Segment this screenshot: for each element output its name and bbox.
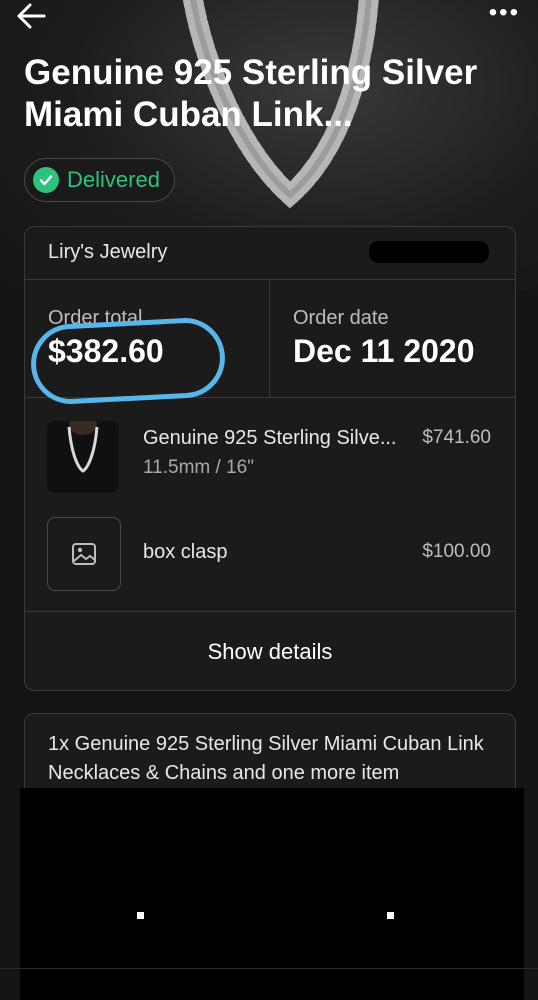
store-row[interactable]: Liry's Jewelry <box>25 227 515 280</box>
list-item[interactable]: Genuine 925 Sterling Silve... $741.60 11… <box>25 421 515 501</box>
item-variant: 11.5mm / 16" <box>143 457 254 478</box>
divider <box>269 279 270 397</box>
order-date-value: Dec 11 2020 <box>293 333 475 369</box>
redaction-dot <box>387 912 394 919</box>
check-circle-icon <box>33 167 59 193</box>
image-placeholder-icon <box>72 543 96 565</box>
more-horizontal-icon: ••• <box>488 0 520 26</box>
item-name: Genuine 925 Sterling Silve... <box>143 427 397 449</box>
order-summary-row: Order total $382.60 Order date Dec 11 20… <box>25 279 515 407</box>
status-label: Delivered <box>67 167 160 192</box>
more-options-button[interactable]: ••• <box>489 1 520 25</box>
back-button[interactable] <box>14 2 50 30</box>
order-card: Liry's Jewelry Order total $382.60 Order… <box>24 226 516 691</box>
store-name: Liry's Jewelry <box>48 241 168 263</box>
list-item[interactable]: box clasp $100.00 <box>25 517 515 597</box>
status-badge: Delivered <box>24 158 175 202</box>
divider <box>0 968 538 969</box>
show-details-button[interactable]: Show details <box>25 611 515 690</box>
order-date-label: Order date <box>293 307 389 329</box>
product-thumbnail <box>47 421 119 493</box>
item-name: box clasp <box>143 541 228 563</box>
item-price: $741.60 <box>422 427 491 448</box>
item-price: $100.00 <box>422 541 491 562</box>
summary-text: 1x Genuine 925 Sterling Silver Miami Cub… <box>48 733 484 784</box>
product-title: Genuine 925 Sterling Silver Miami Cuban … <box>24 53 478 134</box>
product-thumbnail <box>47 517 121 591</box>
redaction-mark <box>369 241 489 263</box>
highlight-annotation <box>29 315 227 407</box>
show-details-label: Show details <box>207 638 333 664</box>
redaction-dot <box>137 912 144 919</box>
arrow-left-icon <box>17 3 46 29</box>
